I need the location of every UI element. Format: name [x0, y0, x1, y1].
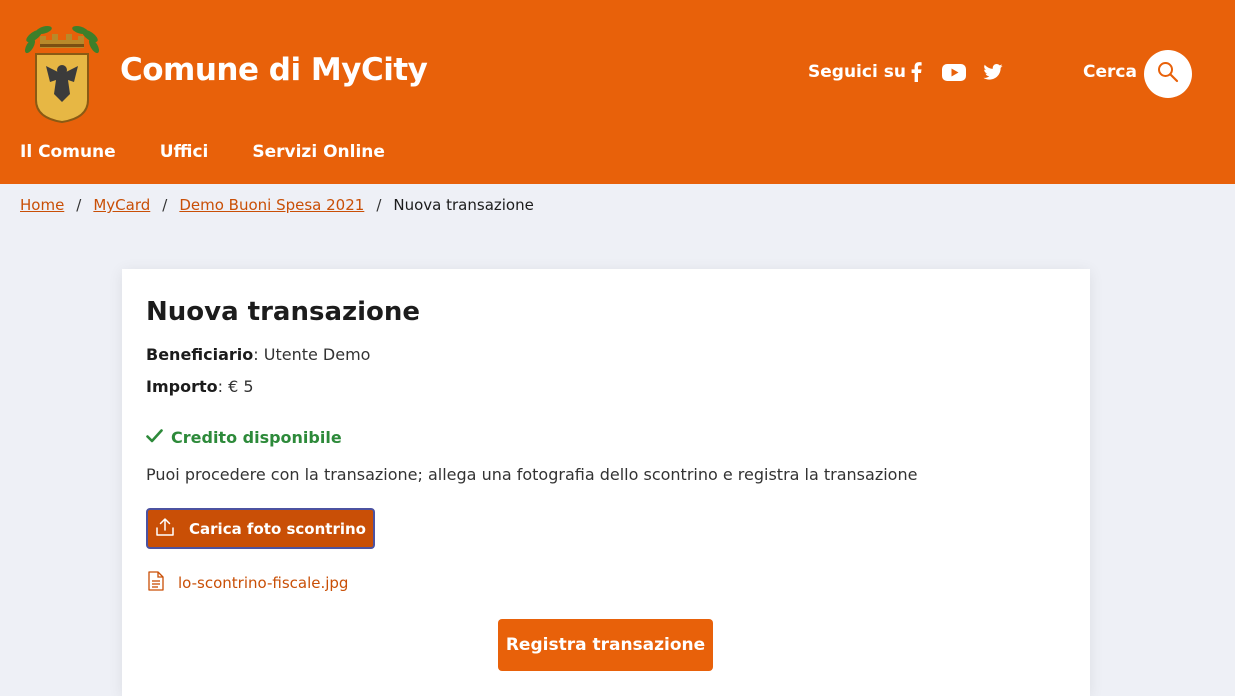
search-icon — [1157, 61, 1179, 87]
upload-receipt-button[interactable]: Carica foto scontrino — [146, 508, 375, 549]
transaction-card: Nuova transazione Beneficiario: Utente D… — [122, 269, 1090, 696]
page-title: Nuova transazione — [146, 297, 421, 327]
amount-line: Importo: € 5 — [146, 377, 254, 396]
twitter-icon[interactable] — [982, 60, 1004, 84]
check-icon — [146, 428, 163, 447]
main-nav: Il Comune Uffici Servizi Online — [20, 142, 385, 162]
beneficiary-line: Beneficiario: Utente Demo — [146, 345, 370, 364]
city-coat-of-arms-icon[interactable] — [24, 22, 100, 124]
upload-icon — [155, 517, 175, 541]
breadcrumb-separator: / — [76, 196, 82, 214]
youtube-icon[interactable] — [942, 60, 966, 84]
breadcrumb-current: Nuova transazione — [393, 196, 534, 214]
credit-status: Credito disponibile — [146, 428, 342, 447]
upload-receipt-label: Carica foto scontrino — [189, 519, 366, 538]
breadcrumb-demo-buoni-spesa[interactable]: Demo Buoni Spesa 2021 — [179, 196, 364, 214]
nav-item-il-comune[interactable]: Il Comune — [20, 142, 116, 162]
beneficiary-value: : Utente Demo — [253, 345, 371, 364]
attached-file[interactable]: lo-scontrino-fiscale.jpg — [148, 571, 348, 595]
beneficiary-label: Beneficiario — [146, 345, 254, 364]
attached-file-name: lo-scontrino-fiscale.jpg — [178, 574, 349, 592]
facebook-icon[interactable] — [908, 60, 924, 84]
nav-item-servizi-online[interactable]: Servizi Online — [252, 142, 385, 162]
breadcrumb: Home / MyCard / Demo Buoni Spesa 2021 / … — [20, 196, 534, 214]
breadcrumb-home[interactable]: Home — [20, 196, 64, 214]
register-transaction-button[interactable]: Registra transazione — [498, 619, 713, 671]
nav-item-uffici[interactable]: Uffici — [160, 142, 209, 162]
search-button[interactable] — [1144, 50, 1192, 98]
amount-value: : € 5 — [217, 377, 254, 396]
breadcrumb-separator: / — [162, 196, 168, 214]
credit-status-text: Credito disponibile — [171, 428, 342, 447]
amount-label: Importo — [146, 377, 218, 396]
breadcrumb-separator: / — [376, 196, 382, 214]
site-header: Comune di MyCity Seguici su Cerca Il Com… — [0, 0, 1235, 184]
site-title[interactable]: Comune di MyCity — [120, 52, 428, 88]
search-label[interactable]: Cerca — [1083, 62, 1137, 82]
file-icon — [148, 571, 164, 595]
breadcrumb-mycard[interactable]: MyCard — [93, 196, 150, 214]
instructions-text: Puoi procedere con la transazione; alleg… — [146, 465, 918, 484]
social-label: Seguici su — [808, 62, 906, 82]
